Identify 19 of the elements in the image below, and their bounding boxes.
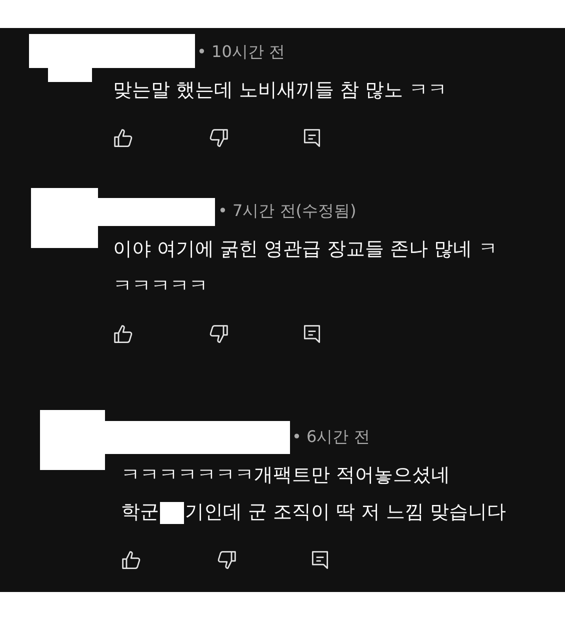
dislike-icon[interactable]: [215, 549, 237, 571]
redaction-block: [160, 502, 184, 524]
reply-icon[interactable]: [301, 127, 323, 149]
like-icon[interactable]: [113, 127, 135, 149]
dislike-icon[interactable]: [207, 323, 229, 345]
comment-time: • 10시간 전: [197, 42, 286, 62]
comment-text: ㅋㅋㅋㅋㅋㅋㅋ개팩트만 적어놓으셨네: [121, 463, 450, 488]
reply-icon[interactable]: [301, 323, 323, 345]
comment-text: 맞는말 했는데 노비새끼들 참 많노 ㅋㅋ: [113, 78, 448, 103]
dislike-icon[interactable]: [207, 127, 229, 149]
like-icon[interactable]: [121, 549, 143, 571]
comment-text: 기인데 군 조직이 딱 저 느낌 맞습니다: [185, 500, 506, 525]
comment-text: 이야 여기에 굵힌 영관급 장교들 존나 많네 ㅋ: [113, 237, 498, 262]
reply-icon[interactable]: [309, 549, 331, 571]
comment-time: • 6시간 전: [292, 427, 371, 447]
comment-time: • 7시간 전(수정됨): [218, 201, 358, 221]
like-icon[interactable]: [113, 323, 135, 345]
comment-text: 학군: [121, 500, 159, 525]
comment-text: ㅋㅋㅋㅋㅋ: [113, 274, 208, 299]
